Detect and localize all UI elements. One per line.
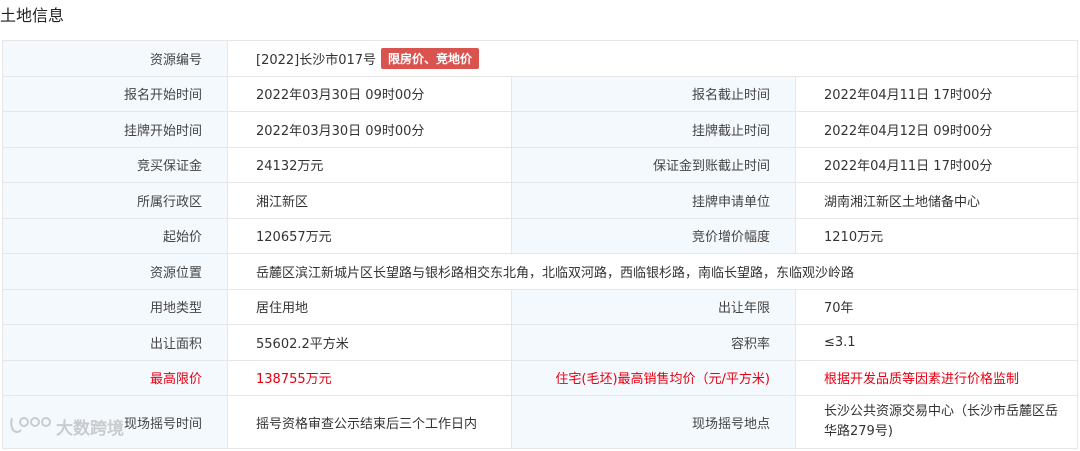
- field-value: ≤3.1: [796, 325, 1078, 361]
- field-value: 55602.2平方米: [228, 325, 512, 361]
- table-row: 挂牌开始时间 2022年03月30日 09时00分 挂牌截止时间 2022年04…: [3, 112, 1078, 148]
- field-value: 2022年04月12日 09时00分: [796, 112, 1078, 148]
- lottery-place-label: 现场摇号地点: [512, 396, 796, 449]
- field-label: 挂牌申请单位: [512, 183, 796, 219]
- field-label: 用地类型: [3, 289, 228, 325]
- table-row: 竞买保证金 24132万元 保证金到账截止时间 2022年04月11日 17时0…: [3, 147, 1078, 183]
- field-label: 所属行政区: [3, 183, 228, 219]
- field-label: 报名截止时间: [512, 76, 796, 112]
- table-row: 出让面积 55602.2平方米 容积率 ≤3.1: [3, 325, 1078, 361]
- section-title: 土地信息: [0, 6, 65, 25]
- field-value: 24132万元: [228, 147, 512, 183]
- lottery-time-value: 摇号资格审查公示结束后三个工作日内: [228, 396, 512, 449]
- table-row: 报名开始时间 2022年03月30日 09时00分 报名截止时间 2022年04…: [3, 76, 1078, 112]
- brand-logo-icon: [8, 412, 56, 441]
- field-label: 起始价: [3, 218, 228, 254]
- price-limit-badge: 限房价、竞地价: [381, 47, 480, 69]
- field-value: 湘江新区: [228, 183, 512, 219]
- field-value: 居住用地: [228, 289, 512, 325]
- field-label: 竞买保证金: [3, 147, 228, 183]
- watermark-text: 大数跨境: [56, 419, 124, 439]
- land-info-table: 资源编号 [2022]长沙市017号 限房价、竞地价 报名开始时间 2022年0…: [2, 40, 1078, 449]
- field-value: 2022年04月11日 17时00分: [796, 76, 1078, 112]
- resource-no-text: [2022]长沙市017号: [256, 52, 377, 68]
- field-value: 1210万元: [796, 218, 1078, 254]
- table-row: 现场摇号时间 摇号资格审查公示结束后三个工作日内 现场摇号地点 长沙公共资源交易…: [3, 396, 1078, 449]
- resource-no-value: [2022]长沙市017号 限房价、竞地价: [228, 41, 1078, 77]
- table-row: 起始价 120657万元 竞价增价幅度 1210万元: [3, 218, 1078, 254]
- field-value: 2022年04月11日 17时00分: [796, 147, 1078, 183]
- field-label: 挂牌开始时间: [3, 112, 228, 148]
- location-value: 岳麓区滨江新城片区长望路与银杉路相交东北角，北临双河路，西临银杉路，南临长望路，…: [228, 254, 1078, 290]
- field-label: 出让面积: [3, 325, 228, 361]
- location-label: 资源位置: [3, 254, 228, 290]
- field-label: 竞价增价幅度: [512, 218, 796, 254]
- field-value: 2022年03月30日 09时00分: [228, 112, 512, 148]
- watermark: 大数跨境: [8, 412, 124, 441]
- field-label: 挂牌截止时间: [512, 112, 796, 148]
- field-value: 湖南湘江新区土地储备中心: [796, 183, 1078, 219]
- table-row: 资源位置 岳麓区滨江新城片区长望路与银杉路相交东北角，北临双河路，西临银杉路，南…: [3, 254, 1078, 290]
- field-value: 2022年03月30日 09时00分: [228, 76, 512, 112]
- table-row: 最高限价 138755万元 住宅(毛坯)最高销售均价（元/平方米) 根据开发品质…: [3, 360, 1078, 396]
- table-row: 资源编号 [2022]长沙市017号 限房价、竞地价: [3, 41, 1078, 77]
- table-row: 所属行政区 湘江新区 挂牌申请单位 湖南湘江新区土地储备中心: [3, 183, 1078, 219]
- field-label: 报名开始时间: [3, 76, 228, 112]
- field-label: 保证金到账截止时间: [512, 147, 796, 183]
- table-row: 用地类型 居住用地 出让年限 70年: [3, 289, 1078, 325]
- resource-no-label: 资源编号: [3, 41, 228, 77]
- lottery-place-value: 长沙公共资源交易中心（长沙市岳麓区岳华路279号): [796, 396, 1078, 449]
- field-label: 出让年限: [512, 289, 796, 325]
- field-value: 120657万元: [228, 218, 512, 254]
- max-sale-price-label: 住宅(毛坯)最高销售均价（元/平方米): [512, 360, 796, 396]
- max-sale-price-value: 根据开发品质等因素进行价格监制: [796, 360, 1078, 396]
- field-value: 70年: [796, 289, 1078, 325]
- max-price-label: 最高限价: [3, 360, 228, 396]
- max-price-value: 138755万元: [228, 360, 512, 396]
- field-label: 容积率: [512, 325, 796, 361]
